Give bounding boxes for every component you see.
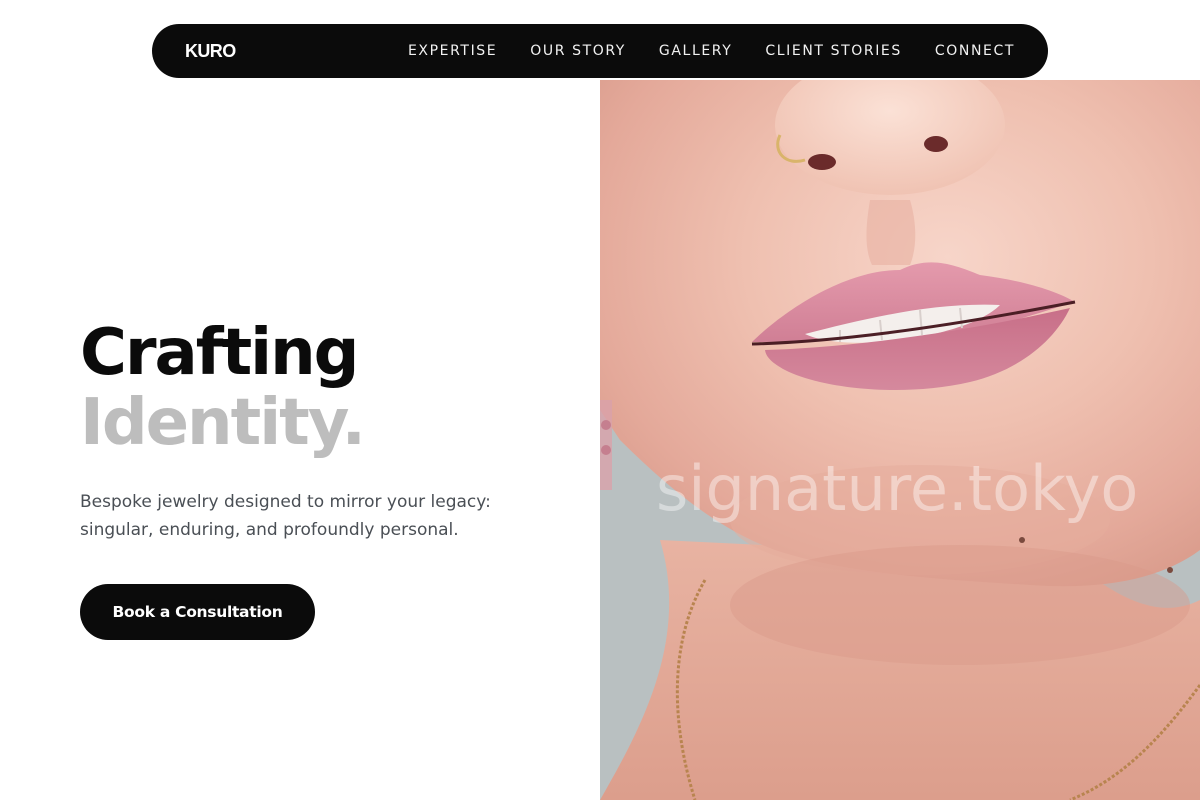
nav-links: EXPERTISE OUR STORY GALLERY CLIENT STORI… [408, 43, 1015, 59]
portrait-illustration [600, 80, 1200, 800]
nav-link-connect[interactable]: CONNECT [935, 43, 1015, 59]
brand-logo[interactable]: KURO [185, 41, 236, 62]
hero-title-line-2: Identity. [80, 386, 366, 460]
nav-link-expertise[interactable]: EXPERTISE [408, 43, 497, 59]
nav-link-gallery[interactable]: GALLERY [659, 43, 732, 59]
hero-title: Crafting Identity. [80, 316, 366, 460]
hero-title-line-1: Crafting [80, 316, 359, 390]
hero-portrait-image: signature.tokyo [600, 80, 1200, 800]
nav-link-our-story[interactable]: OUR STORY [530, 43, 626, 59]
page: KURO EXPERTISE OUR STORY GALLERY CLIENT … [0, 0, 1200, 800]
hero-subtitle: Bespoke jewelry designed to mirror your … [80, 492, 491, 540]
top-nav: KURO EXPERTISE OUR STORY GALLERY CLIENT … [152, 24, 1048, 78]
book-consultation-button[interactable]: Book a Consultation [80, 584, 315, 640]
nav-link-client-stories[interactable]: CLIENT STORIES [765, 43, 901, 59]
